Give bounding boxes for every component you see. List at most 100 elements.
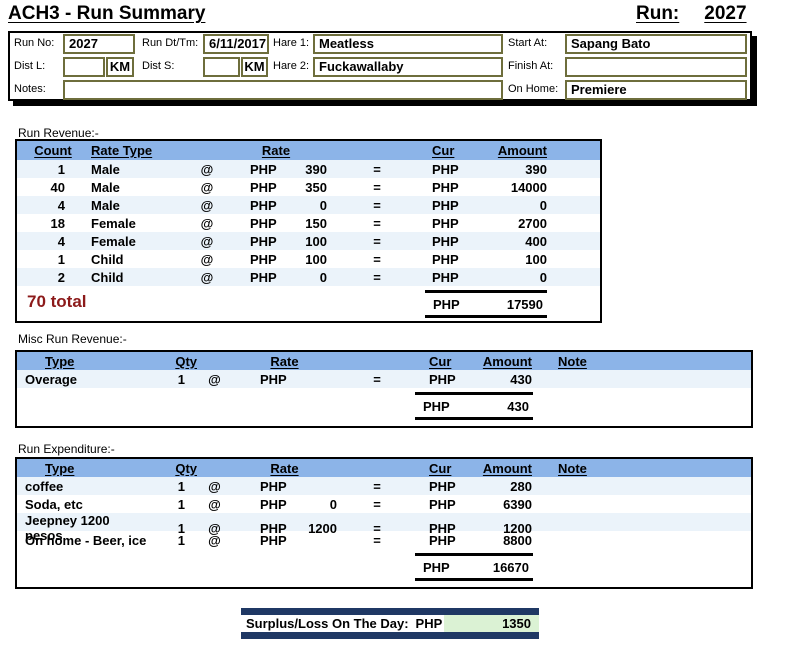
run-no-label: Run No: [14, 34, 54, 53]
cell-equals: = [337, 533, 417, 548]
run-no-field[interactable]: 2027 [63, 34, 135, 54]
run-dt-label: Run Dt/Tm: [142, 34, 198, 53]
cell-count: 1 [17, 162, 89, 177]
page-title: ACH3 - Run Summary [8, 3, 205, 25]
cell-amount: 100 [482, 252, 547, 267]
col-header-rate: Rate [232, 354, 337, 369]
cell-rate: 100 [273, 252, 327, 267]
cell-currency: PHP [427, 252, 482, 267]
expenditure-row: coffee 1 @ PHP = PHP 280 [17, 477, 751, 495]
run-info-form: Run No: 2027 Run Dt/Tm: 6/11/2017 Hare 1… [8, 31, 752, 101]
cell-currency: PHP [427, 234, 482, 249]
run-revenue-row: 18 Female @ PHP 150 = PHP 2700 [17, 214, 600, 232]
dist-s-label: Dist S: [142, 57, 174, 76]
misc-revenue-table: Type Qty Rate Cur Amount Note Overage 1 … [15, 350, 753, 428]
run-revenue-row: 4 Female @ PHP 100 = PHP 400 [17, 232, 600, 250]
cell-rate: 390 [273, 162, 327, 177]
cell-rate-type: Male [89, 198, 189, 213]
total-amount: 17590 [460, 297, 547, 312]
col-header-amount: Amount [482, 143, 547, 158]
run-number: 2027 [704, 3, 746, 25]
cell-equals: = [327, 198, 427, 213]
cell-amount: 400 [482, 234, 547, 249]
cell-at-sign: @ [197, 479, 232, 494]
cell-equals: = [337, 479, 417, 494]
expenditure-row: Jeepney 1200 pesos 1 @ PHP 1200 = PHP 12… [17, 513, 751, 531]
col-header-rate-type: Rate Type [89, 143, 189, 158]
cell-amount: 6390 [472, 497, 532, 512]
cell-currency: PHP [427, 180, 482, 195]
cell-rate: 0 [273, 270, 327, 285]
cell-currency: PHP [427, 198, 482, 213]
cell-at-sign: @ [189, 270, 225, 285]
cell-currency: PHP [232, 479, 292, 494]
cell-currency: PHP [225, 180, 273, 195]
dist-l-field[interactable] [63, 57, 105, 77]
total-amount: 16670 [450, 560, 533, 575]
run-revenue-total: PHP 17590 [425, 290, 547, 318]
cell-rate-type: Female [89, 234, 189, 249]
cell-amount: 0 [482, 270, 547, 285]
on-home-label: On Home: [508, 80, 558, 99]
cell-currency: PHP [225, 270, 273, 285]
cell-qty: 1 [147, 479, 197, 494]
misc-revenue-total-row: PHP 430 [17, 388, 751, 425]
cell-amount: 390 [482, 162, 547, 177]
dist-s-field[interactable] [203, 57, 240, 77]
cell-rate-type: Male [89, 162, 189, 177]
cell-rate: 1200 [292, 521, 337, 536]
cell-currency: PHP [232, 533, 292, 548]
surplus-amount-cell: 1350 [444, 615, 539, 632]
cell-at-sign: @ [197, 372, 232, 387]
cell-currency: PHP [417, 497, 472, 512]
start-at-field[interactable]: Sapang Bato [565, 34, 747, 54]
cell-equals: = [327, 270, 427, 285]
cell-rate-type: Male [89, 180, 189, 195]
cell-currency: PHP [417, 533, 472, 548]
total-count-label: 70 total [27, 292, 87, 312]
cell-qty: 1 [147, 533, 197, 548]
cell-at-sign: @ [189, 162, 225, 177]
finish-at-field[interactable] [565, 57, 747, 77]
run-revenue-row: 1 Male @ PHP 390 = PHP 390 [17, 160, 600, 178]
cell-equals: = [327, 180, 427, 195]
cell-currency: PHP [225, 162, 273, 177]
surplus-bar: Surplus/Loss On The Day: PHP 1350 [241, 608, 539, 639]
run-revenue-row: 1 Child @ PHP 100 = PHP 100 [17, 250, 600, 268]
notes-label: Notes: [14, 80, 46, 99]
expenditure-row: On home - Beer, ice 1 @ PHP = PHP 8800 [17, 531, 751, 549]
run-label: Run: [636, 3, 679, 25]
run-dt-field[interactable]: 6/11/2017 [203, 34, 269, 54]
col-header-qty: Qty [147, 354, 197, 369]
cell-at-sign: @ [197, 497, 232, 512]
cell-currency: PHP [225, 252, 273, 267]
cell-at-sign: @ [189, 252, 225, 267]
hare2-field[interactable]: Fuckawallaby [313, 57, 503, 77]
misc-revenue-total: PHP 430 [415, 392, 533, 420]
cell-currency: PHP [427, 270, 482, 285]
col-header-count: Count [17, 143, 89, 158]
cell-amount: 280 [472, 479, 532, 494]
surplus-currency: PHP [416, 616, 443, 631]
cell-equals: = [327, 252, 427, 267]
finish-at-label: Finish At: [508, 57, 553, 76]
run-revenue-section-label: Run Revenue:- [18, 126, 99, 140]
cell-at-sign: @ [197, 533, 232, 548]
cell-equals: = [337, 497, 417, 512]
dist-l-unit: KM [106, 57, 134, 77]
col-header-cur: Cur [417, 461, 472, 476]
cell-currency: PHP [225, 198, 273, 213]
cell-rate: 100 [273, 234, 327, 249]
cell-type: Soda, etc [17, 497, 147, 512]
hare1-field[interactable]: Meatless [313, 34, 503, 54]
on-home-field[interactable]: Premiere [565, 80, 747, 100]
run-revenue-row: 2 Child @ PHP 0 = PHP 0 [17, 268, 600, 286]
cell-count: 4 [17, 234, 89, 249]
cell-rate: 150 [273, 216, 327, 231]
notes-field[interactable] [63, 80, 503, 100]
total-currency: PHP [415, 560, 450, 575]
cell-currency: PHP [232, 372, 292, 387]
cell-rate: 350 [273, 180, 327, 195]
expenditure-total: PHP 16670 [415, 553, 533, 581]
col-header-qty: Qty [147, 461, 197, 476]
